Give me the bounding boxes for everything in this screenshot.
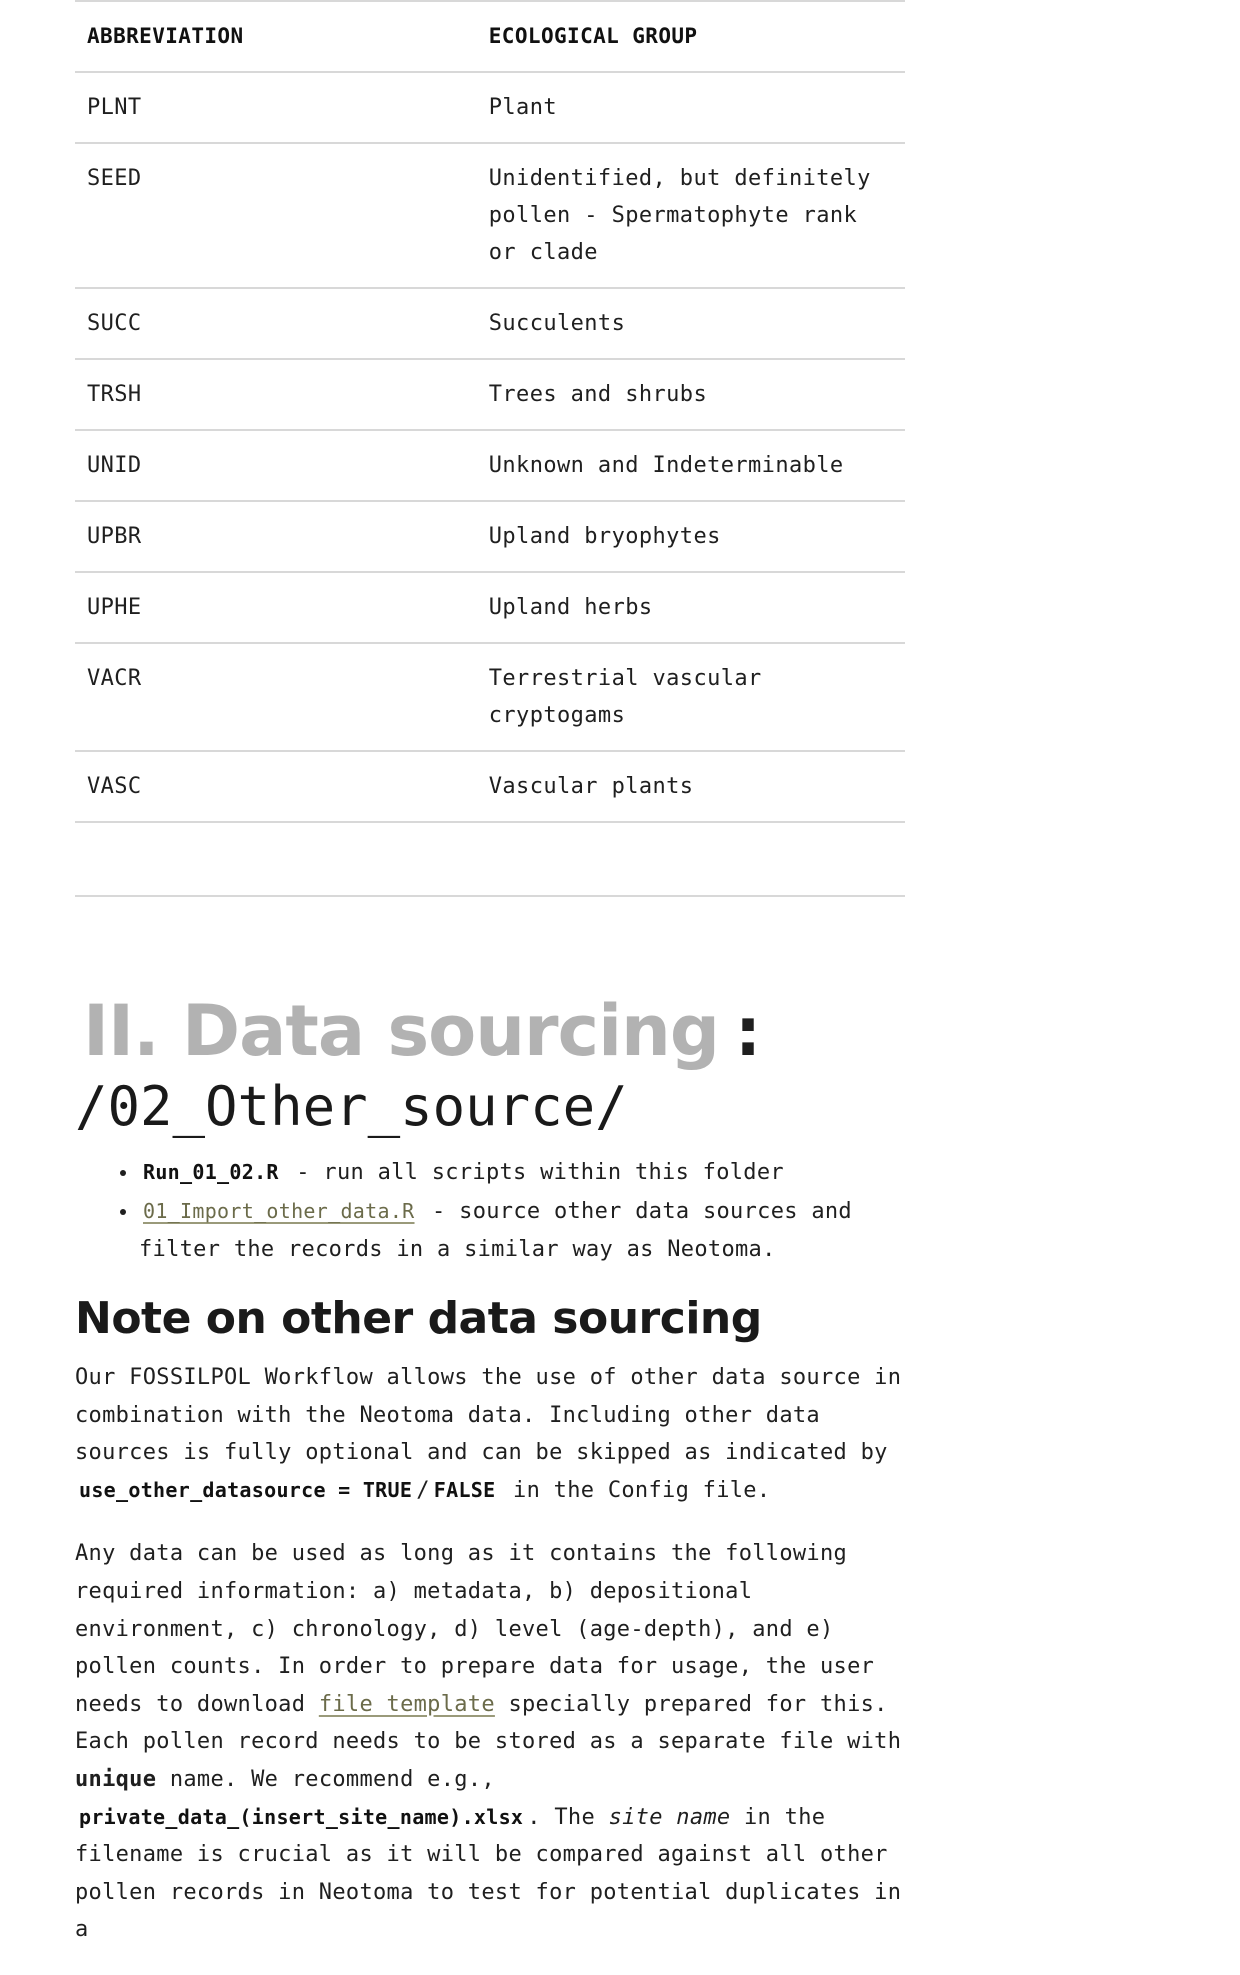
config-code-false: FALSE <box>433 1477 496 1502</box>
list-item: 01_Import_other_data.R - source other da… <box>139 1192 905 1269</box>
script-link-import-other-data[interactable]: 01_Import_other_data.R <box>139 1199 419 1224</box>
text-span: in the Config file. <box>499 1477 771 1503</box>
cell-ecological-group: Succulents <box>476 288 905 360</box>
file-template-link[interactable]: file template <box>319 1692 495 1717</box>
cell-ecological-group: Unidentified, but definitely pollen - Sp… <box>476 143 905 289</box>
cell-ecological-group: Trees and shrubs <box>476 359 905 431</box>
note-paragraph-2: Any data can be used as long as it conta… <box>75 1535 905 1949</box>
emphasis-site-name: site name <box>608 1804 731 1830</box>
table-row: TRSH Trees and shrubs <box>75 359 905 431</box>
section-title-colon: : <box>727 990 769 1072</box>
ecological-group-table: ABBREVIATION ECOLOGICAL GROUP PLNT Plant… <box>75 0 905 823</box>
cell-abbreviation: UNID <box>75 430 477 502</box>
table-row: VACR Terrestrial vascular cryptogams <box>75 643 905 752</box>
cell-abbreviation: PLNT <box>75 72 477 144</box>
text-span: name. We recommend e.g., <box>156 1766 495 1792</box>
table-row: UNID Unknown and Indeterminable <box>75 430 905 502</box>
note-heading: Note on other data sourcing <box>75 1293 762 1344</box>
table-row: UPBR Upland bryophytes <box>75 501 905 573</box>
table-row: SUCC Succulents <box>75 288 905 360</box>
filename-code: private_data_(insert_site_name).xlsx <box>79 1804 524 1829</box>
cell-ecological-group: Terrestrial vascular cryptogams <box>476 643 905 752</box>
table-row: UPHE Upland herbs <box>75 572 905 644</box>
table-row: PLNT Plant <box>75 72 905 144</box>
cell-abbreviation: VASC <box>75 751 477 823</box>
config-code-option: use_other_datasource = TRUE <box>79 1477 413 1502</box>
script-name-import-other-data: 01_Import_other_data.R <box>143 1199 415 1223</box>
table-row: SEED Unidentified, but definitely pollen… <box>75 143 905 289</box>
cell-ecological-group: Plant <box>476 72 905 144</box>
text-span: . The <box>527 1804 609 1830</box>
column-header-ecological-group: ECOLOGICAL GROUP <box>476 0 905 73</box>
script-name-run-all: Run_01_02.R <box>143 1160 279 1184</box>
page-content: ABBREVIATION ECOLOGICAL GROUP PLNT Plant… <box>75 0 905 1975</box>
column-header-abbreviation: ABBREVIATION <box>75 0 477 73</box>
text-span: Any data can be used as long as it conta… <box>75 1541 875 1717</box>
cell-abbreviation: SUCC <box>75 288 477 360</box>
cell-abbreviation: SEED <box>75 143 477 289</box>
cell-abbreviation: UPHE <box>75 572 477 644</box>
cell-ecological-group: Upland bryophytes <box>476 501 905 573</box>
script-description: - run all scripts within this folder <box>282 1160 784 1185</box>
table-header-row: ABBREVIATION ECOLOGICAL GROUP <box>75 0 905 73</box>
cell-ecological-group: Upland herbs <box>476 572 905 644</box>
table-row: VASC Vascular plants <box>75 751 905 823</box>
text-span: Our FOSSILPOL Workflow allows the use of… <box>75 1365 902 1466</box>
note-paragraph-1: Our FOSSILPOL Workflow allows the use of… <box>75 1359 905 1509</box>
section-title: II. Data sourcing: <box>83 993 905 1069</box>
cell-ecological-group: Unknown and Indeterminable <box>476 430 905 502</box>
section-title-text: II. Data sourcing <box>83 990 720 1072</box>
cell-abbreviation: VACR <box>75 643 477 752</box>
cell-abbreviation: TRSH <box>75 359 477 431</box>
emphasis-unique: unique <box>75 1766 157 1792</box>
cell-ecological-group: Vascular plants <box>476 751 905 823</box>
cell-abbreviation: UPBR <box>75 501 477 573</box>
script-list: Run_01_02.R - run all scripts within thi… <box>75 1153 905 1269</box>
horizontal-divider <box>75 895 905 897</box>
folder-path: /02_Other_source/ <box>75 1075 628 1138</box>
text-span: / <box>416 1477 430 1503</box>
list-item: Run_01_02.R - run all scripts within thi… <box>139 1153 905 1192</box>
